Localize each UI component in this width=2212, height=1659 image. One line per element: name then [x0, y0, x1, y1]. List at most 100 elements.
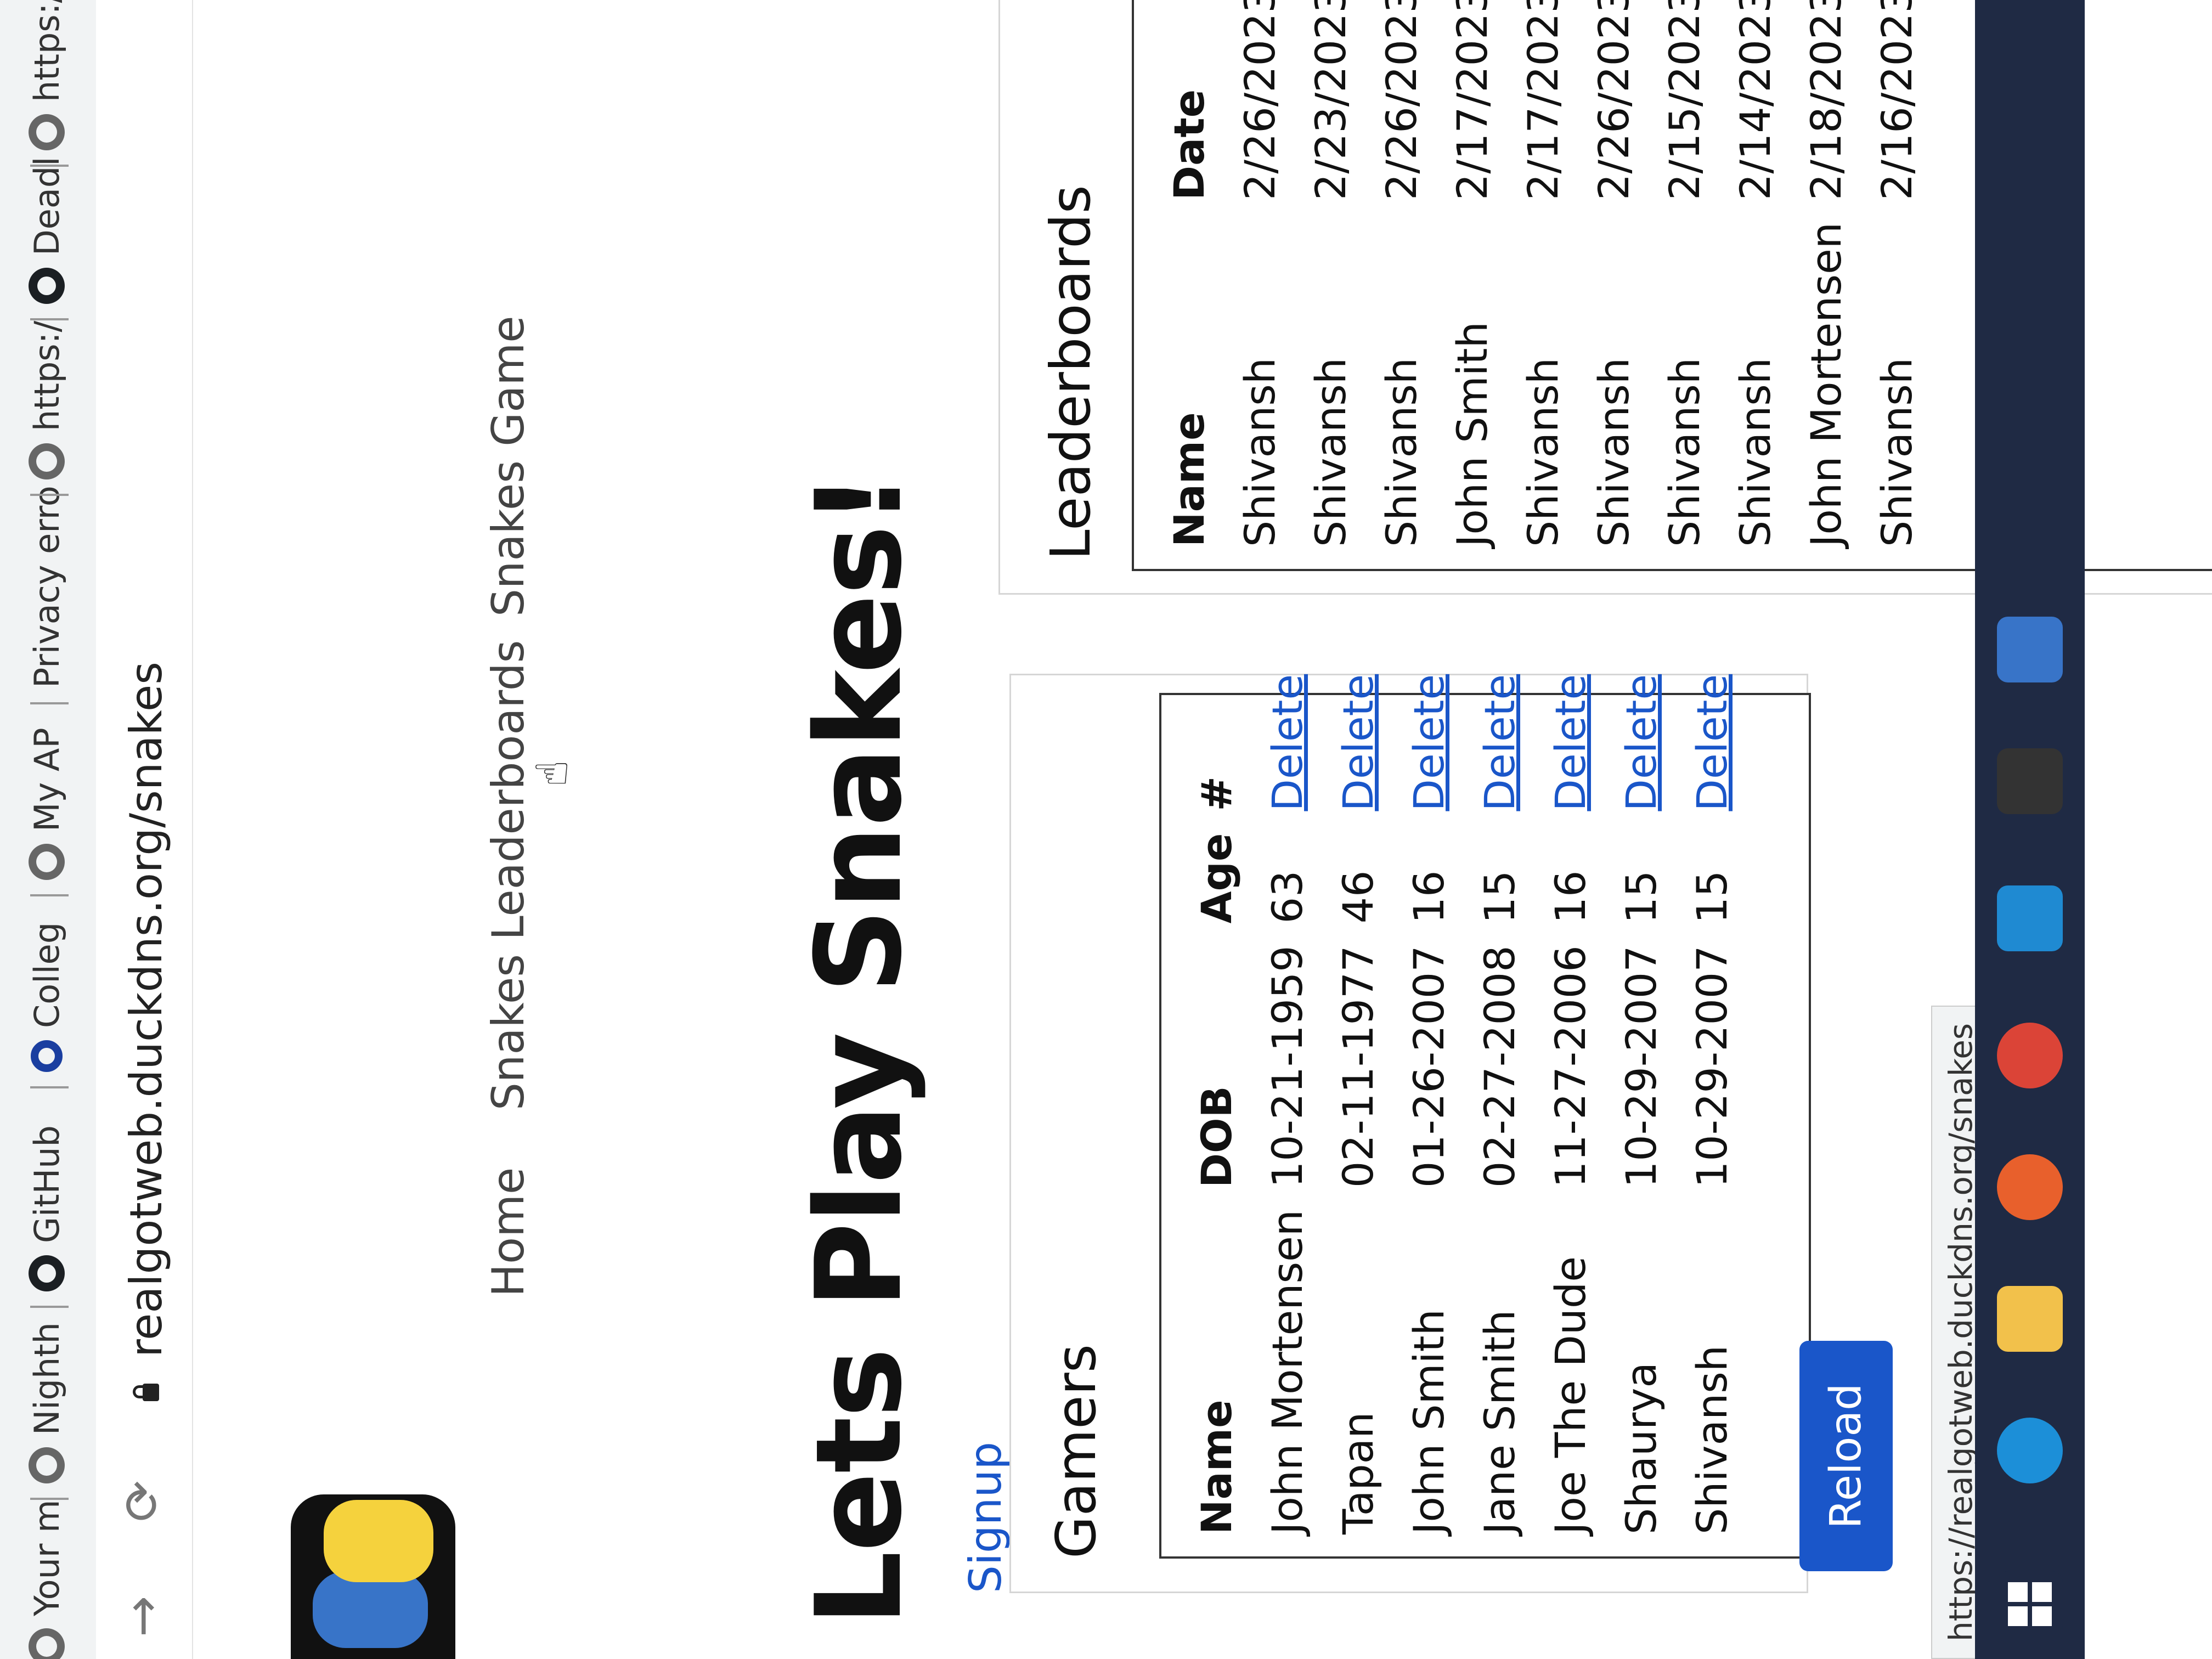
score-date: 2/16/2023: [1872, 0, 1921, 201]
gamer-name: Jane Smith: [1475, 1310, 1524, 1534]
player-name: Shivansh: [1235, 357, 1284, 547]
gamer-age: 46: [1334, 870, 1383, 924]
table-header-row: Name DOB Age #: [1172, 652, 1252, 1534]
delete-link[interactable]: Delete: [1617, 674, 1666, 811]
bookmark-item[interactable]: https:/: [14, 0, 80, 150]
gamer-age: 16: [1404, 870, 1453, 924]
gamer-dob: 10-29-2007: [1617, 945, 1666, 1188]
leaderboards-table: Name Date Sc Shivansh2/26/202376 Shivans…: [1145, 0, 1932, 547]
gamers-title: Gamers: [1044, 1344, 1108, 1559]
table-row: Shivansh2/17/202339: [1508, 0, 1578, 547]
score-date: 2/26/2023: [1377, 0, 1426, 201]
gamer-name: Shivansh: [1688, 1345, 1736, 1534]
nav-leaderboards-link[interactable]: Snakes Leaderboards: [483, 640, 534, 1110]
delete-link[interactable]: Delete: [1334, 674, 1383, 811]
hand-cursor-icon: ☝: [527, 760, 578, 787]
gamer-dob: 10-29-2007: [1688, 945, 1736, 1188]
bookmarks-bar: Your m Nighth GitHub Colleg My AP Privac…: [0, 0, 97, 1659]
table-row: Shivansh2/16/202318: [1861, 0, 1932, 547]
photo-of-laptop-screen: Your m Nighth GitHub Colleg My AP Privac…: [0, 0, 2212, 1659]
edge-icon[interactable]: [1997, 1418, 2063, 1483]
delete-link[interactable]: Delete: [1263, 674, 1312, 811]
bookmark-item[interactable]: Colleg: [14, 922, 80, 1072]
delete-link[interactable]: Delete: [1546, 674, 1595, 811]
windows-taskbar: [1975, 0, 2085, 1659]
delete-link[interactable]: Delete: [1404, 674, 1453, 811]
leaderboards-title: Leaderboards: [1039, 185, 1103, 560]
reload-icon[interactable]: ⟳: [114, 1481, 171, 1522]
column-header: Date: [1165, 89, 1214, 201]
gamer-dob: 02-27-2008: [1475, 945, 1524, 1188]
gamer-dob: 02-11-1977: [1334, 945, 1383, 1188]
player-name: John Smith: [1448, 321, 1497, 547]
reload-button[interactable]: Reload: [1799, 1341, 1893, 1571]
column-header: #: [1192, 776, 1241, 811]
firefox-icon[interactable]: [1997, 1154, 2063, 1220]
github-icon: [29, 1255, 65, 1291]
nav-game-link[interactable]: Snakes Game: [483, 316, 534, 617]
gamer-name: Tapan: [1334, 1412, 1383, 1534]
table-row: Shivansh2/23/202351: [1295, 0, 1366, 547]
table-row: Jane Smith 02-27-2008 15 Delete: [1464, 652, 1535, 1534]
table-row: Joe The Dude 11-27-2006 16 Delete: [1535, 652, 1606, 1534]
chrome-icon[interactable]: [1997, 1023, 2063, 1088]
score-date: 2/26/2023: [1589, 0, 1638, 201]
score-date: 2/17/2023: [1519, 0, 1567, 201]
windows-start-icon[interactable]: [1997, 1571, 2063, 1637]
table-row: Shivansh2/26/202349: [1366, 0, 1437, 547]
python-icon[interactable]: [1997, 617, 2063, 682]
bookmark-item[interactable]: Your m: [14, 1500, 80, 1659]
bookmark-separator: [30, 318, 69, 320]
table-row: John Smith 01-26-2007 16 Delete: [1393, 652, 1464, 1534]
file-explorer-icon[interactable]: [1997, 1286, 2063, 1352]
gamer-dob: 01-26-2007: [1404, 945, 1453, 1188]
back-arrow-icon[interactable]: →: [114, 1596, 171, 1637]
table-row: Shivansh2/26/202376: [1224, 0, 1295, 547]
column-header: DOB: [1192, 1086, 1241, 1188]
column-header: Name: [1192, 1400, 1241, 1534]
bookmark-item[interactable]: My AP: [14, 727, 80, 880]
bookmark-item[interactable]: Deadl: [14, 157, 80, 304]
gamer-age: 15: [1617, 870, 1666, 924]
bookmark-item[interactable]: GitHub: [14, 1125, 80, 1291]
gamer-dob: 10-21-1959: [1263, 945, 1312, 1188]
bookmark-separator: [30, 494, 69, 496]
table-row: John Mortensen 10-21-1959 63 Delete: [1252, 652, 1323, 1534]
delete-link[interactable]: Delete: [1688, 674, 1736, 811]
lock-icon[interactable]: [143, 1384, 159, 1401]
gamer-name: Shaurya: [1617, 1362, 1666, 1534]
score-date: 2/15/2023: [1660, 0, 1709, 201]
gamer-dob: 11-27-2006: [1546, 945, 1595, 1188]
bookmark-item[interactable]: Privacy erro: [14, 486, 80, 688]
github-icon: [29, 268, 65, 304]
signup-link[interactable]: Signup: [960, 1442, 1011, 1593]
globe-icon: [29, 114, 65, 150]
terminal-icon[interactable]: [1997, 748, 2063, 814]
vscode-icon[interactable]: [1997, 885, 2063, 951]
bookmark-separator: [30, 702, 69, 704]
bookmark-item[interactable]: Nighth: [14, 1322, 80, 1483]
score-date: 2/23/2023: [1306, 0, 1355, 201]
table-row: John Mortensen2/18/202318: [1791, 0, 1861, 547]
python-snake-logo-icon[interactable]: [291, 1494, 455, 1659]
gamer-age: 15: [1475, 870, 1524, 924]
table-row: John Smith2/17/202339: [1437, 0, 1508, 547]
player-name: Shivansh: [1519, 357, 1567, 547]
player-name: Shivansh: [1377, 357, 1426, 547]
column-header: Name: [1165, 412, 1214, 547]
browser-window: Your m Nighth GitHub Colleg My AP Privac…: [0, 0, 2212, 1659]
bookmark-separator: [30, 1086, 69, 1088]
bookmark-separator: [30, 894, 69, 896]
player-name: Shivansh: [1589, 357, 1638, 547]
table-row: Shivansh2/14/202323: [1720, 0, 1791, 547]
score-date: 2/14/2023: [1731, 0, 1780, 201]
address-bar: → ⟳ realgotweb.duckdns.org/snakes: [96, 0, 193, 1659]
bookmark-separator: [30, 1498, 69, 1500]
url-field[interactable]: realgotweb.duckdns.org/snakes: [121, 662, 172, 1357]
delete-link[interactable]: Delete: [1475, 674, 1524, 811]
nav-home-link[interactable]: Home: [483, 1167, 534, 1297]
gamer-name: John Mortensen: [1263, 1210, 1312, 1534]
globe-icon: [29, 1628, 65, 1659]
player-name: Shivansh: [1660, 357, 1709, 547]
bookmark-item[interactable]: https:/: [14, 321, 80, 479]
